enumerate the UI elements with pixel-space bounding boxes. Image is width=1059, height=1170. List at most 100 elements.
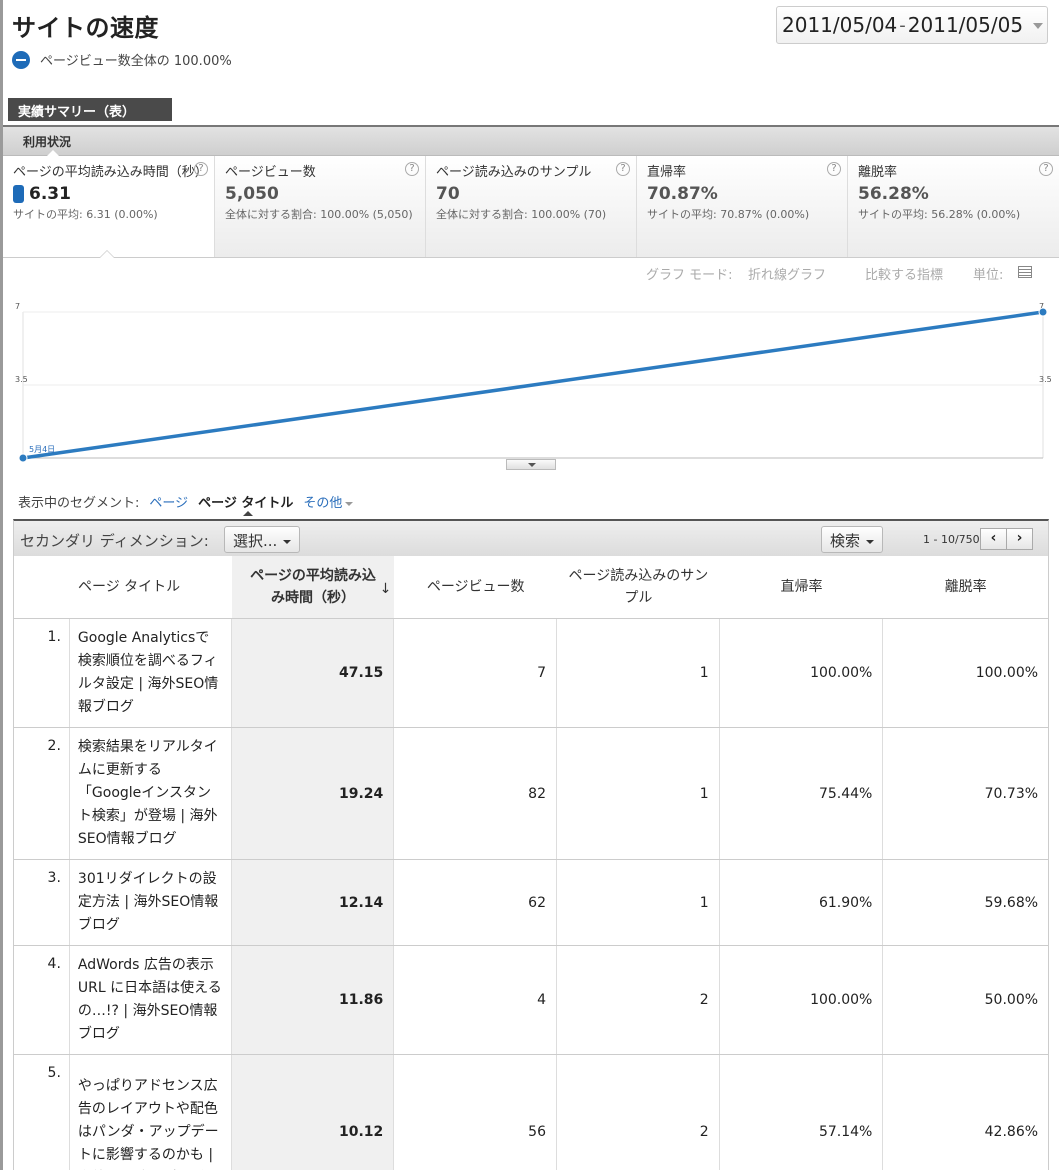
help-icon[interactable]: ?	[616, 162, 630, 176]
cell-samples: 2	[557, 946, 720, 1054]
cell-exit-rate: 50.00%	[984, 992, 1039, 1008]
page-title-link[interactable]: Google Analyticsで検索順位を調べるフィルタ設定 | 海外SEO情…	[68, 619, 232, 727]
cell-bounce-rate: 57.14%	[720, 1055, 884, 1170]
segment-label: ページビュー数全体の 100.00%	[40, 54, 232, 69]
column-header-exit-rate[interactable]: 離脱率	[883, 556, 1048, 618]
metric-value: 70.87%	[647, 184, 718, 204]
metric-sub: サイトの平均: 56.28% (0.00%)	[858, 208, 1021, 221]
help-icon[interactable]: ?	[1039, 162, 1053, 176]
tab-usage[interactable]: 利用状況	[23, 133, 71, 150]
metric-value: 70	[436, 184, 460, 204]
date-end: 2011/05/05	[907, 13, 1024, 37]
help-icon[interactable]: ?	[194, 162, 208, 176]
graph-mode-select[interactable]: 折れ線グラフ	[748, 264, 826, 283]
select-label: 選択...	[233, 532, 278, 550]
metric-label: ページビュー数	[225, 165, 316, 180]
cell-samples: 1	[557, 619, 720, 727]
date-start: 2011/05/04	[782, 13, 898, 37]
cell-load-time: 19.24	[231, 728, 395, 859]
metric-label: 直帰率	[647, 165, 687, 180]
cell-load-time: 12.14	[231, 860, 395, 945]
line-chart-svg: 7 73.5 3.55月4日	[3, 296, 1059, 471]
metric-sub: 全体に対する割合: 100.00% (70)	[436, 208, 607, 221]
secondary-dimension-label: セカンダリ ディメンション:	[20, 532, 209, 550]
page-title-link[interactable]: AdWords 広告の表示URL に日本語は使えるの…!? | 海外SEO情報ブ…	[68, 946, 232, 1054]
metric-value-wrap: 6.31	[13, 184, 204, 204]
metric-label: ページ読み込みのサンプル	[436, 165, 592, 180]
chevron-down-icon	[283, 539, 292, 544]
segment-option-page[interactable]: ページ	[149, 492, 188, 511]
cell-exit-rate: 59.68%	[984, 894, 1039, 911]
cell-pageviews: 82	[394, 728, 557, 859]
metric-label: ページの平均読み込み時間（秒）	[13, 165, 208, 180]
cell-samples: 2	[557, 1055, 720, 1170]
segment-selector: 表示中のセグメント: ページ ページ タイトル その他	[18, 492, 354, 516]
metric-avg-load-time[interactable]: ページの平均読み込み時間（秒） 6.31 サイトの平均: 6.31 (0.00%…	[3, 156, 215, 258]
search-label: 検索	[830, 532, 861, 550]
data-table: ページ タイトル ページの平均読み込み時間（秒） ↓ ページビュー数 ページ読み…	[13, 556, 1049, 1170]
cell-exit-rate: 70.73%	[984, 785, 1039, 802]
data-point	[18, 453, 28, 463]
metric-exit-rate[interactable]: 離脱率 56.28% サイトの平均: 56.28% (0.00%) ?	[848, 156, 1059, 257]
line-chart: 7 7 3.5 3.5 5月4日	[3, 296, 1059, 471]
page-title-link[interactable]: 検索結果をリアルタイムに更新する「Googleインスタント検索」が登場 | 海外…	[68, 728, 232, 859]
next-page-button[interactable]: ›	[1006, 528, 1033, 550]
cell-bounce-rate: 100.00%	[720, 946, 884, 1054]
metric-value: 5,050	[225, 184, 279, 204]
search-button[interactable]: 検索	[821, 526, 884, 553]
segment-option-page-title[interactable]: ページ タイトル	[198, 492, 293, 516]
cell-load-time: 47.15	[231, 619, 395, 727]
column-header-avg-load-time[interactable]: ページの平均読み込み時間（秒） ↓	[231, 556, 395, 618]
page-title-link[interactable]: 301リダイレクトの設定方法 | 海外SEO情報ブログ	[68, 860, 232, 945]
segment-remove-icon[interactable]	[12, 50, 30, 69]
column-header-bounce-rate[interactable]: 直帰率	[720, 556, 884, 618]
active-metric-caret	[99, 250, 115, 258]
point-date-label: 5月4日	[29, 445, 55, 454]
y-tick-label-left: 3.5	[15, 375, 28, 384]
graph-mode-label: グラフ モード:	[646, 268, 733, 283]
help-icon[interactable]: ?	[405, 162, 419, 176]
table-row: 3. 301リダイレクトの設定方法 | 海外SEO情報ブログ 12.14 62 …	[14, 860, 1048, 946]
secondary-dimension-select[interactable]: 選択...	[224, 526, 301, 553]
column-header-page-title[interactable]: ページ タイトル	[14, 556, 232, 618]
usage-tab-bar: 利用状況	[3, 125, 1059, 156]
metric-label: 離脱率	[858, 165, 898, 180]
table-header: ページ タイトル ページの平均読み込み時間（秒） ↓ ページビュー数 ページ読み…	[14, 556, 1048, 619]
help-icon[interactable]: ?	[827, 162, 841, 176]
segment-option-other[interactable]: その他	[303, 492, 354, 511]
table-row: 1. Google Analyticsで検索順位を調べるフィルタ設定 | 海外S…	[14, 619, 1048, 728]
cell-pageviews: 4	[394, 946, 557, 1054]
metrics-scorecard: ページの平均読み込み時間（秒） 6.31 サイトの平均: 6.31 (0.00%…	[3, 156, 1059, 258]
column-header-pageviews[interactable]: ページビュー数	[394, 556, 557, 618]
unit-label: 単位:	[973, 268, 1004, 283]
cell-pageviews: 7	[394, 619, 557, 727]
date-range-picker[interactable]: 2011/05/04 - 2011/05/05	[776, 6, 1048, 44]
row-number: 2.	[47, 738, 61, 754]
chevron-down-icon	[345, 501, 354, 506]
metric-sub: 全体に対する割合: 100.00% (5,050)	[225, 208, 413, 221]
tab-performance-summary[interactable]: 実績サマリー（表）	[8, 98, 172, 121]
column-header-samples[interactable]: ページ読み込みのサンプル	[557, 556, 720, 618]
row-number: 3.	[47, 870, 61, 886]
cell-bounce-rate: 100.00%	[720, 619, 884, 727]
compare-metric-select[interactable]: 比較する指標	[865, 264, 943, 283]
metric-bounce-rate[interactable]: 直帰率 70.87% サイトの平均: 70.87% (0.00%) ?	[637, 156, 848, 257]
date-separator: -	[899, 14, 906, 36]
cell-samples: 1	[557, 728, 720, 859]
page-title: サイトの速度	[12, 14, 159, 42]
segment-selector-label: 表示中のセグメント:	[18, 496, 140, 511]
prev-page-button[interactable]: ‹	[980, 528, 1007, 550]
series-color-swatch	[13, 185, 24, 203]
unit-selector-icon[interactable]	[1018, 266, 1032, 278]
chart-collapse-toggle[interactable]	[506, 459, 556, 470]
cell-pageviews: 62	[394, 860, 557, 945]
pagination-text: 1 - 10/750	[923, 533, 980, 546]
cell-bounce-rate: 61.90%	[720, 860, 884, 945]
metric-pageviews[interactable]: ページビュー数 5,050 全体に対する割合: 100.00% (5,050) …	[215, 156, 426, 257]
column-header-label: ページの平均読み込み時間（秒）	[250, 568, 376, 606]
page-title-link[interactable]: やっぱりアドセンス広告のレイアウトや配色はパンダ・アップデートに影響するのかも …	[68, 1055, 232, 1170]
metric-value: 56.28%	[858, 184, 929, 204]
table-row: 4. AdWords 広告の表示URL に日本語は使えるの…!? | 海外SEO…	[14, 946, 1048, 1055]
chart-background	[3, 296, 1059, 471]
metric-load-samples[interactable]: ページ読み込みのサンプル 70 全体に対する割合: 100.00% (70) ?	[426, 156, 637, 257]
